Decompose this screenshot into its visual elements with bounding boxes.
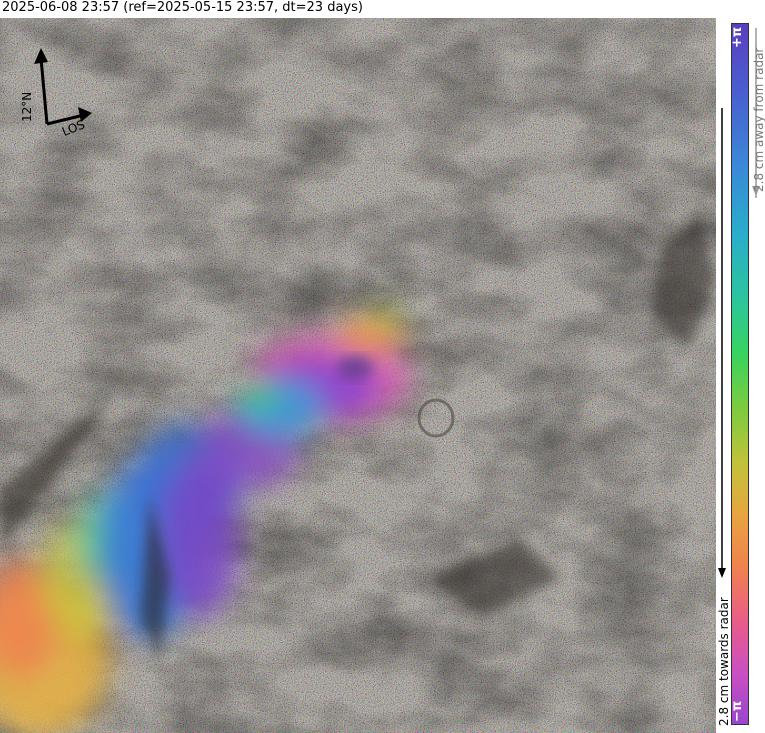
header-bar: 2025-06-08 23:57 (ref=2025-05-15 23:57, … xyxy=(0,0,765,18)
north-label: 12°N xyxy=(20,91,34,122)
interferogram-date-title: 2025-06-08 23:57 (ref=2025-05-15 23:57, … xyxy=(2,0,363,15)
phase-colorbar xyxy=(731,23,749,725)
away-from-radar-label: 2.8 cm away from radar xyxy=(752,47,765,192)
interferogram-map xyxy=(0,18,716,733)
towards-radar-label: 2.8 cm towards radar xyxy=(717,597,731,726)
north-arrow-icon xyxy=(34,48,49,125)
colorbar-top-label: +π xyxy=(730,26,745,48)
colorbar-bottom-label: −π xyxy=(730,700,745,722)
